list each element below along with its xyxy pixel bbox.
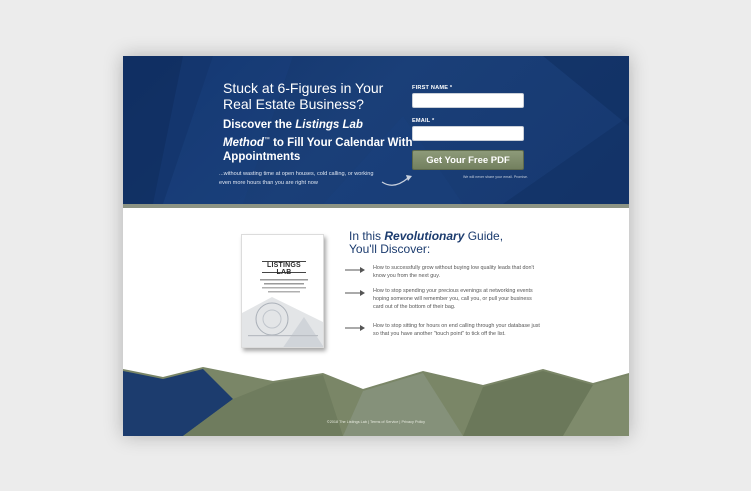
guide-title-suffix: Guide, — [464, 229, 504, 243]
first-name-input[interactable] — [412, 93, 524, 108]
landing-page: Stuck at 6-Figures in Your Real Estate B… — [123, 56, 629, 436]
hero-headline: Stuck at 6-Figures in Your Real Estate B… — [223, 80, 384, 112]
bullet-text: How to successfully grow without buying … — [373, 265, 535, 279]
email-input[interactable] — [412, 126, 524, 141]
hero-section: Stuck at 6-Figures in Your Real Estate B… — [123, 56, 629, 204]
footer-terms-link[interactable]: Terms of Service — [370, 420, 398, 424]
guide-title-prefix: In this — [349, 229, 385, 243]
privacy-note: We will never share your email. Promise. — [462, 175, 528, 179]
guide-subtitle: You'll Discover: — [349, 242, 431, 256]
first-name-label: FIRST NAME * — [412, 85, 453, 91]
curved-arrow-icon — [381, 175, 412, 186]
arrow-right-icon — [345, 267, 365, 273]
footer-mountain-background — [123, 367, 629, 436]
footer-privacy-link[interactable]: Privacy Policy — [401, 420, 425, 424]
bullet-text: How to stop spending your precious eveni… — [373, 288, 533, 310]
footer-separator: | — [368, 420, 370, 424]
book-title: LISTINGS LAB — [267, 262, 301, 276]
arrow-right-icon — [345, 290, 365, 296]
arrow-right-icon — [345, 325, 365, 331]
footer-copyright: ©2018 The Listings Lab — [326, 420, 367, 424]
hero-subhead: Discover the Listings Lab Method™ to Fil… — [223, 118, 413, 164]
guide-book-cover: LISTINGS LAB — [241, 234, 324, 348]
bullet-text: How to stop sitting for hours on end cal… — [373, 323, 540, 337]
subhead-prefix: Discover the — [223, 119, 296, 131]
get-free-pdf-button[interactable]: Get Your Free PDF — [412, 150, 524, 170]
book-cover-illustration — [242, 297, 323, 347]
email-label: EMAIL * — [412, 118, 435, 124]
footer-links: ©2018 The Listings Lab | Terms of Servic… — [123, 420, 629, 424]
guide-title-emphasis: Revolutionary — [384, 229, 465, 243]
hero-divider — [123, 204, 629, 208]
hero-tagline: ...without wasting time at open houses, … — [219, 171, 374, 186]
